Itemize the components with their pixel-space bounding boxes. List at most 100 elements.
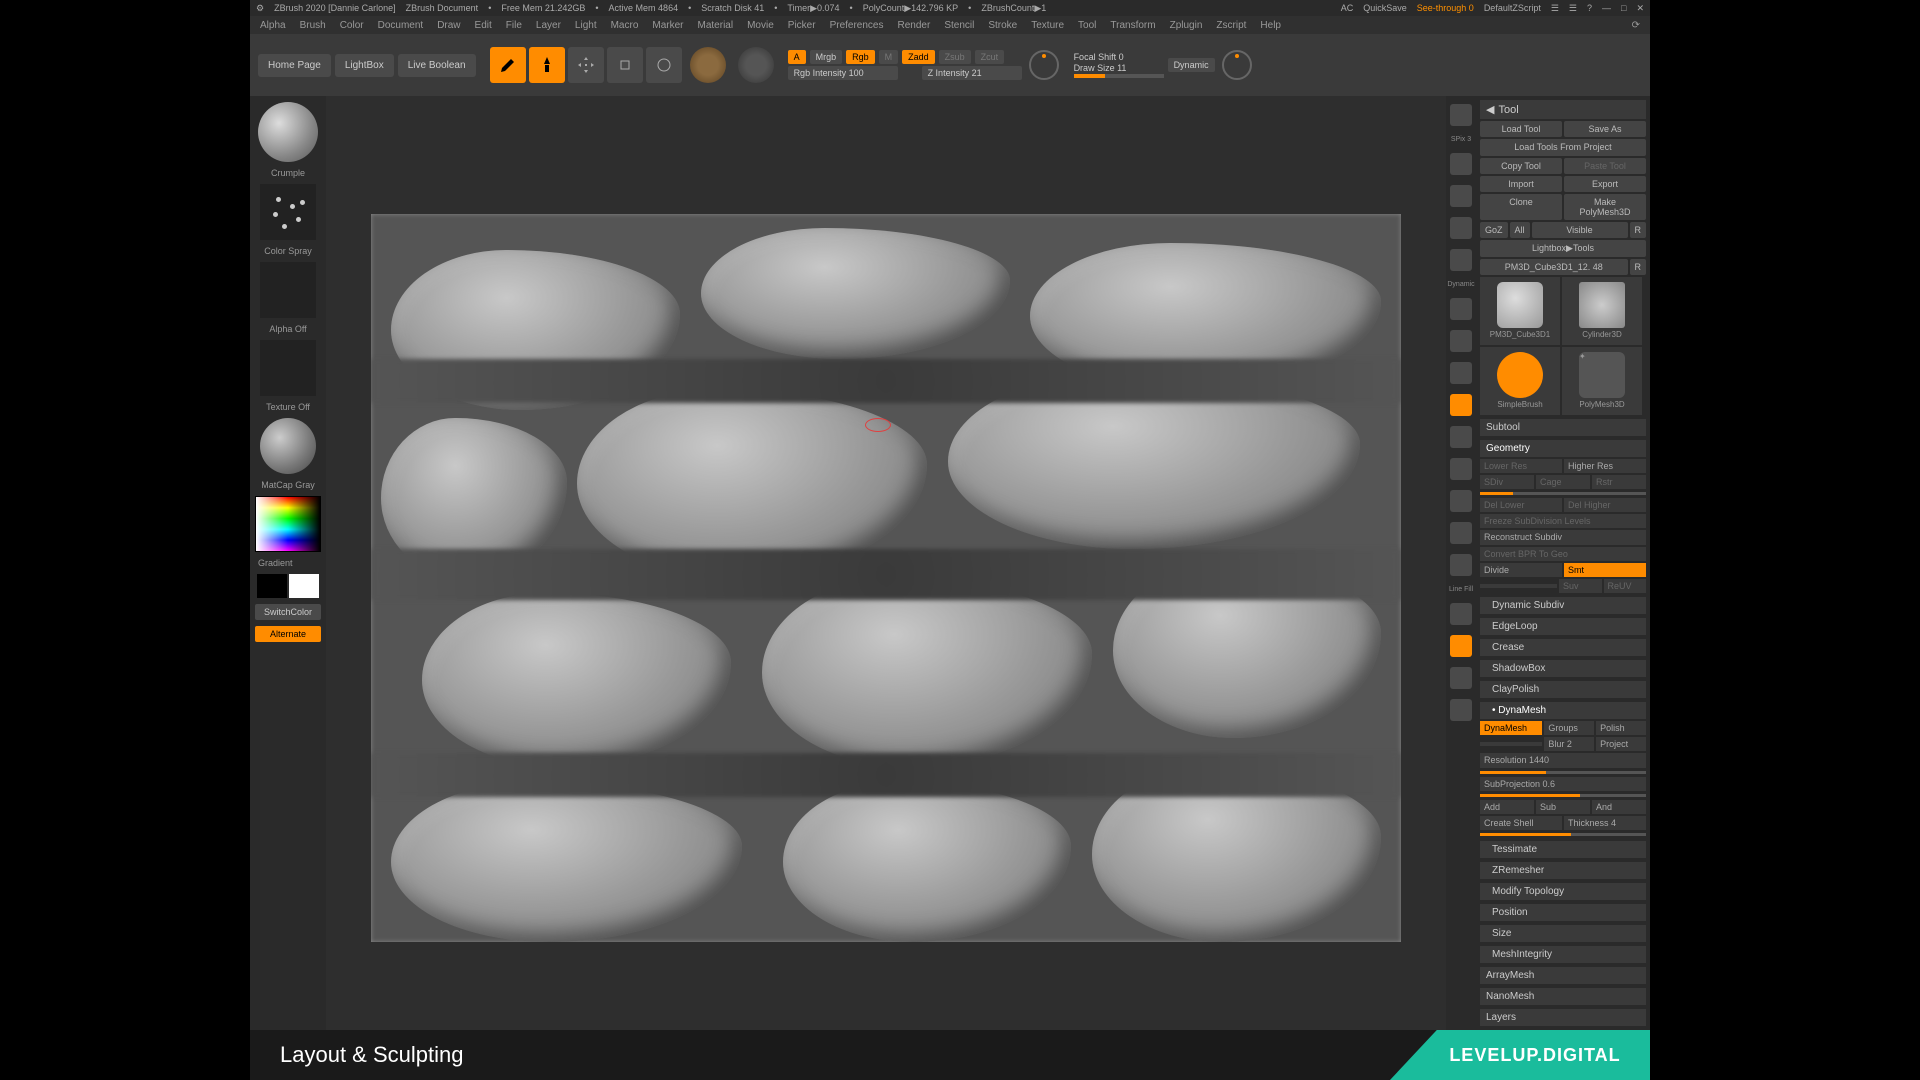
nanomesh-section[interactable]: NanoMesh (1480, 988, 1646, 1005)
modifytopology-section[interactable]: Modify Topology (1480, 883, 1646, 900)
refresh-icon[interactable]: ⟳ (1632, 20, 1640, 31)
menu-picker[interactable]: Picker (788, 20, 816, 31)
smt-toggle[interactable]: Smt (1564, 563, 1646, 577)
menu-stencil[interactable]: Stencil (944, 20, 974, 31)
aahalf-icon[interactable] (1450, 249, 1472, 271)
polish-toggle[interactable]: Polish (1596, 721, 1646, 735)
gradient-label[interactable]: Gradient (258, 558, 293, 568)
thickness-track[interactable] (1480, 833, 1646, 836)
project-toggle[interactable]: Project (1596, 737, 1646, 751)
polyf-icon[interactable] (1450, 603, 1472, 625)
scale-mode-button[interactable] (607, 47, 643, 83)
menu-zscript[interactable]: Zscript (1216, 20, 1246, 31)
viewport[interactable] (326, 96, 1446, 1030)
goz-visible-button[interactable]: Visible (1532, 222, 1628, 238)
local-icon[interactable] (1450, 362, 1472, 384)
toolname-field[interactable]: PM3D_Cube3D1_12. 48 (1480, 259, 1628, 275)
menu-zplugin[interactable]: Zplugin (1170, 20, 1203, 31)
pastetool-button[interactable]: Paste Tool (1564, 158, 1646, 174)
menu-movie[interactable]: Movie (747, 20, 774, 31)
add-button[interactable]: Add (1480, 800, 1534, 814)
zcut-toggle[interactable]: Zcut (975, 50, 1005, 64)
rotate-icon[interactable] (1450, 554, 1472, 576)
mrgb-toggle[interactable]: Mrgb (810, 50, 843, 64)
shadowbox-section[interactable]: ShadowBox (1480, 660, 1646, 677)
tool-slot[interactable]: ✦PolyMesh3D (1562, 347, 1642, 415)
menu-brush[interactable]: Brush (300, 20, 326, 31)
solo-icon[interactable] (1450, 667, 1472, 689)
position-section[interactable]: Position (1480, 904, 1646, 921)
arraymesh-section[interactable]: ArrayMesh (1480, 967, 1646, 984)
move-icon[interactable] (1450, 490, 1472, 512)
minimize-icon[interactable]: — (1602, 3, 1611, 13)
loadtool-button[interactable]: Load Tool (1480, 121, 1562, 137)
export-button[interactable]: Export (1564, 176, 1646, 192)
zsub-toggle[interactable]: Zsub (939, 50, 971, 64)
menu-alpha[interactable]: Alpha (260, 20, 286, 31)
menu-stroke[interactable]: Stroke (988, 20, 1017, 31)
makepolymesh-button[interactable]: Make PolyMesh3D (1564, 194, 1646, 220)
menu-texture[interactable]: Texture (1031, 20, 1064, 31)
drawsize-label[interactable]: Draw Size 11 (1074, 63, 1164, 73)
subtool-section[interactable]: Subtool (1480, 419, 1646, 436)
alpha-preview[interactable] (260, 262, 316, 318)
toolname-r-button[interactable]: R (1630, 259, 1647, 275)
frame-icon[interactable] (1450, 458, 1472, 480)
freeze-button[interactable]: Freeze SubDivision Levels (1480, 514, 1646, 529)
groups-toggle[interactable]: Groups (1544, 721, 1594, 735)
layers-section[interactable]: Layers (1480, 1009, 1646, 1026)
draw-mode-button[interactable] (529, 47, 565, 83)
blur-field[interactable]: Blur 2 (1544, 737, 1594, 751)
focal-dial[interactable] (1029, 50, 1059, 80)
copytool-button[interactable]: Copy Tool (1480, 158, 1562, 174)
dynamic-toggle[interactable]: Dynamic (1168, 58, 1215, 72)
size-section[interactable]: Size (1480, 925, 1646, 942)
menu-tool[interactable]: Tool (1078, 20, 1096, 31)
menu-edit[interactable]: Edit (475, 20, 492, 31)
menu-preferences[interactable]: Preferences (830, 20, 884, 31)
menu-light[interactable]: Light (575, 20, 597, 31)
zremesher-section[interactable]: ZRemesher (1480, 862, 1646, 879)
dynamesh-section[interactable]: • DynaMesh (1480, 702, 1646, 719)
geometry-section[interactable]: Geometry (1480, 440, 1646, 457)
subprojection-slider[interactable]: SubProjection 0.6 (1480, 777, 1646, 792)
rotate-mode-button[interactable] (646, 47, 682, 83)
tool-slot[interactable]: Cylinder3D (1562, 277, 1642, 345)
sdiv-slider[interactable]: SDiv (1480, 475, 1534, 489)
menu-render[interactable]: Render (898, 20, 931, 31)
defaultzscript-button[interactable]: DefaultZScript (1484, 3, 1541, 13)
imbed-dial[interactable] (1222, 50, 1252, 80)
menu-draw[interactable]: Draw (437, 20, 460, 31)
menu-macro[interactable]: Macro (611, 20, 639, 31)
actual-icon[interactable] (1450, 217, 1472, 239)
focalshift-label[interactable]: Focal Shift 0 (1074, 52, 1164, 62)
dellower-button[interactable]: Del Lower (1480, 498, 1562, 512)
menu-color[interactable]: Color (340, 20, 364, 31)
maximize-icon[interactable]: □ (1621, 3, 1626, 13)
convertbpr-button[interactable]: Convert BPR To Geo (1480, 547, 1646, 562)
goz-all-button[interactable]: All (1510, 222, 1530, 238)
sculptris-button[interactable] (690, 47, 726, 83)
menu-marker[interactable]: Marker (652, 20, 683, 31)
liveboolean-button[interactable]: Live Boolean (398, 54, 476, 77)
lightboxtools-button[interactable]: Lightbox▶Tools (1480, 240, 1646, 257)
zoom3d-icon[interactable] (1450, 522, 1472, 544)
goz-button[interactable]: GoZ (1480, 222, 1508, 238)
canvas[interactable] (371, 214, 1401, 943)
goz-r-button[interactable]: R (1630, 222, 1647, 238)
tessimate-section[interactable]: Tessimate (1480, 841, 1646, 858)
homepage-button[interactable]: Home Page (258, 54, 331, 77)
color-picker[interactable] (255, 496, 321, 552)
menu-icon[interactable]: ☰ (1569, 3, 1577, 14)
persp-icon[interactable] (1450, 298, 1472, 320)
meshintegrity-section[interactable]: MeshIntegrity (1480, 946, 1646, 963)
dynamesh-button[interactable]: DynaMesh (1480, 721, 1542, 735)
zoom-icon[interactable] (1450, 185, 1472, 207)
brush-preview[interactable] (258, 102, 318, 162)
primary-color-swatch[interactable] (289, 574, 319, 598)
menu-file[interactable]: File (506, 20, 522, 31)
menu-help[interactable]: Help (1260, 20, 1281, 31)
edgeloop-section[interactable]: EdgeLoop (1480, 618, 1646, 635)
clone-button[interactable]: Clone (1480, 194, 1562, 220)
a-toggle[interactable]: A (788, 50, 806, 64)
